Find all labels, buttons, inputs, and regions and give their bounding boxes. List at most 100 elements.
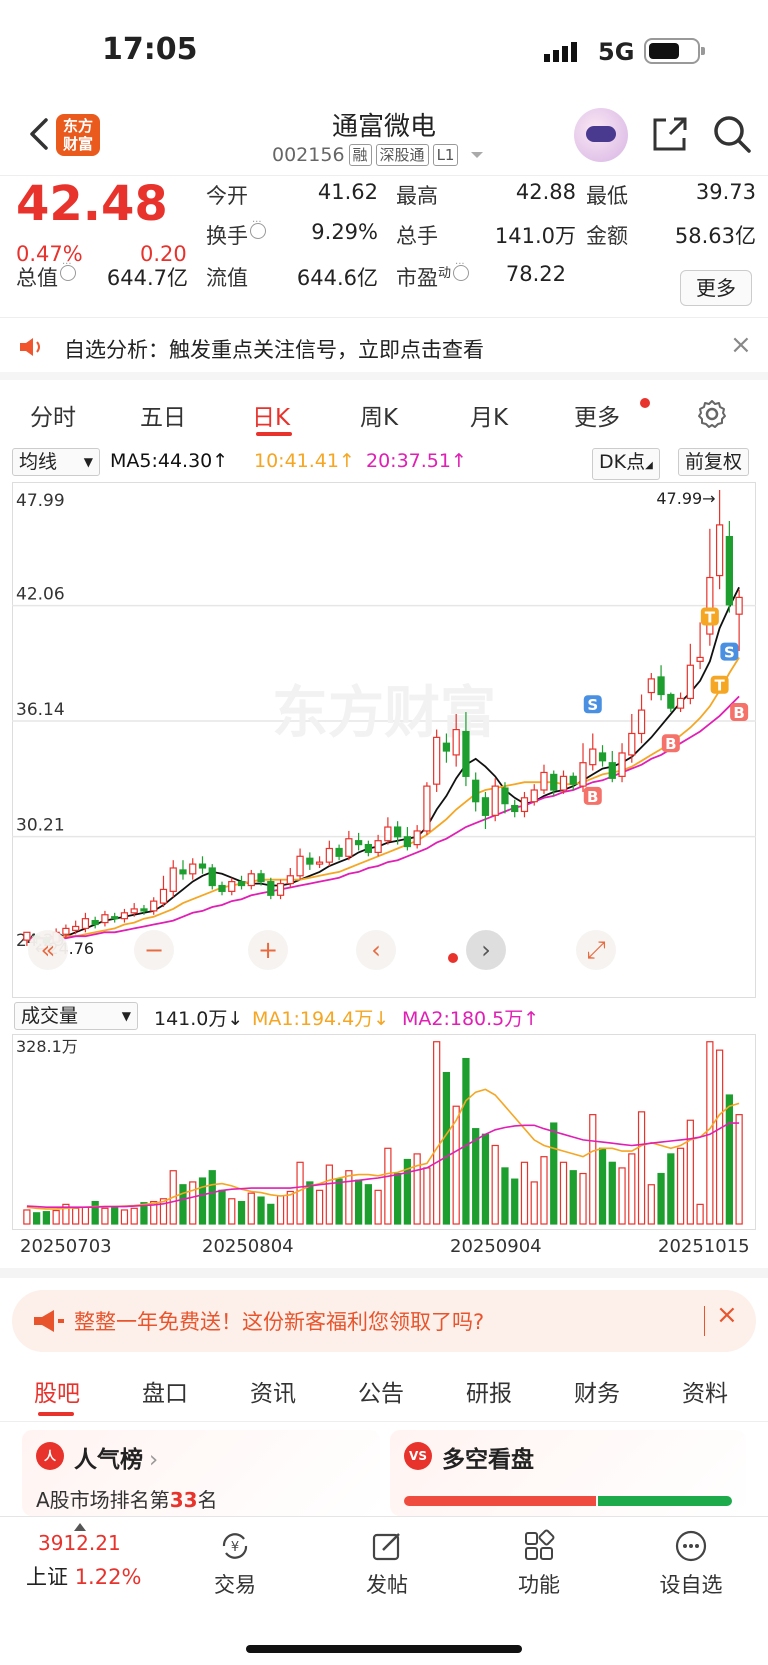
volume-indicator-selector[interactable]: 成交量 ▼ [14, 1002, 138, 1030]
rank-suffix: 名 [197, 1488, 218, 1512]
signal-label: B [733, 704, 744, 722]
scroll-start-icon[interactable]: « [28, 930, 68, 970]
share-icon[interactable] [650, 114, 690, 154]
candle-body [413, 830, 421, 846]
volume-bar [296, 1161, 304, 1225]
ai-assistant-avatar[interactable] [574, 108, 628, 162]
alert-banner[interactable]: 自选分析：触发重点关注信号，立即点击查看 × [0, 318, 768, 380]
nav-trade[interactable]: ¥ 交易 [180, 1529, 290, 1599]
volume-max-label: 328.1万 [16, 1037, 78, 1056]
candlestick-chart[interactable]: 47.9942.0636.1430.2124.29东方财富BSBTTSB47.9… [12, 482, 756, 998]
pe-label: 市盈动 [396, 259, 470, 292]
control-glyph: › [481, 936, 491, 964]
volume-bar [735, 1114, 743, 1225]
volume-bar [179, 1184, 187, 1225]
dk-point-button[interactable]: DK点◢ [592, 448, 660, 480]
candle-body [345, 838, 353, 857]
nav-add-watchlist[interactable]: 设自选 [636, 1529, 746, 1599]
index-percent: 1.22% [74, 1565, 142, 1589]
tab-order-book[interactable]: 盘口 [142, 1374, 188, 1408]
info-icon[interactable] [250, 217, 266, 239]
volume-bar [589, 1114, 597, 1225]
tab-daily-k[interactable]: 日K [252, 398, 290, 432]
promo-close-icon[interactable]: × [716, 1300, 738, 1330]
control-glyph: − [144, 936, 164, 964]
tab-profile[interactable]: 资料 [682, 1374, 728, 1408]
candle-body [442, 742, 451, 752]
tab-weekly-k[interactable]: 周K [360, 398, 398, 432]
candle-body [423, 785, 431, 832]
fullscreen-icon[interactable]: ⤢ [576, 930, 616, 970]
tag-connect: 深股通 [375, 144, 429, 166]
amount-value: 58.63亿 [674, 224, 756, 248]
candle-body [608, 762, 616, 779]
volume-bar [111, 1206, 119, 1225]
nav-functions[interactable]: 功能 [484, 1529, 594, 1599]
volume-legend-row: 成交量 ▼ 141.0万↓ MA1:194.4万↓ MA2:180.5万↑ [0, 1000, 768, 1034]
adjust-button[interactable]: 前复权 [678, 448, 750, 476]
volume-bar [520, 1161, 529, 1225]
market-cap-label: 总值 [16, 259, 76, 292]
volume-bar [628, 1153, 636, 1225]
popularity-title: 人气榜 › [74, 1440, 158, 1474]
status-time: 17:05 [102, 32, 198, 67]
candle [423, 782, 431, 835]
caret-down-icon[interactable] [470, 150, 484, 160]
candle-body [169, 867, 177, 892]
tab-intraday[interactable]: 分时 [30, 398, 76, 432]
tab-five-day[interactable]: 五日 [140, 398, 186, 432]
candle-body [374, 840, 382, 853]
promo-banner[interactable]: 整整一年免费送！这份新客福利您领取了吗? × [12, 1290, 756, 1352]
candle-body [120, 912, 129, 920]
nav-post[interactable]: 发帖 [332, 1529, 442, 1599]
volume-bar [354, 1179, 363, 1225]
search-icon[interactable] [712, 114, 752, 154]
long-short-card[interactable]: VS 多空看盘 [390, 1430, 746, 1516]
tab-more[interactable]: 更多 [574, 398, 620, 432]
tab-finance[interactable]: 财务 [574, 1374, 620, 1408]
volume-bar [130, 1207, 138, 1225]
svg-text:¥: ¥ [231, 1540, 239, 1555]
volume-label: 总手 [396, 224, 438, 248]
info-icon[interactable] [60, 259, 76, 281]
zoom-out-icon[interactable]: − [134, 930, 174, 970]
indicator-selector[interactable]: 均线 ▼ [12, 448, 100, 476]
volume-bar [276, 1195, 285, 1225]
tab-announcements[interactable]: 公告 [358, 1374, 404, 1408]
candle-body [491, 785, 499, 816]
scroll-right-icon[interactable]: › [466, 930, 506, 970]
volume-bar [394, 1172, 402, 1225]
ma10-label: 10:41.41↑ [254, 450, 355, 472]
vs-icon: VS [404, 1442, 432, 1470]
candle-body [725, 535, 733, 606]
alert-close-icon[interactable]: × [730, 330, 752, 360]
popularity-card[interactable]: 人 人气榜 › A股市场排名第33名 [22, 1430, 380, 1516]
corner-triangle-icon: ◢ [645, 460, 653, 471]
tab-news[interactable]: 资讯 [250, 1374, 296, 1408]
zoom-in-icon[interactable]: + [248, 930, 288, 970]
index-ticker[interactable]: 3912.21 上证 1.22% [26, 1523, 156, 1591]
quote-panel: 42.48 0.47% 0.20 今开 41.62 最高 42.88 最低 39… [0, 176, 768, 318]
tab-research[interactable]: 研报 [466, 1374, 512, 1408]
tag-margin: 融 [348, 144, 372, 166]
volume-bar [42, 1211, 51, 1225]
volume-bar [598, 1147, 607, 1225]
tab-forum[interactable]: 股吧 [34, 1374, 80, 1408]
scroll-left-icon[interactable]: ‹ [356, 930, 396, 970]
volume-bar [247, 1192, 255, 1225]
quote-more-button[interactable]: 更多 [680, 270, 752, 306]
stock-header: 东方财富 通富微电 002156 融 深股通 L1 [0, 100, 768, 176]
volume-bar [676, 1147, 685, 1225]
info-icon[interactable] [453, 259, 470, 281]
tab-monthly-k[interactable]: 月K [470, 398, 508, 432]
volume-bar [267, 1203, 275, 1225]
dk-point-label: DK点 [599, 451, 646, 473]
amount-label: 金额 [586, 224, 628, 248]
candle-body [150, 900, 158, 912]
volume-chart[interactable]: 328.1万 [12, 1034, 756, 1230]
volume-bar [647, 1184, 655, 1225]
gear-icon[interactable] [696, 398, 728, 430]
volume-bar [335, 1178, 343, 1225]
battery-icon [644, 38, 705, 64]
volume-bar [101, 1207, 109, 1225]
